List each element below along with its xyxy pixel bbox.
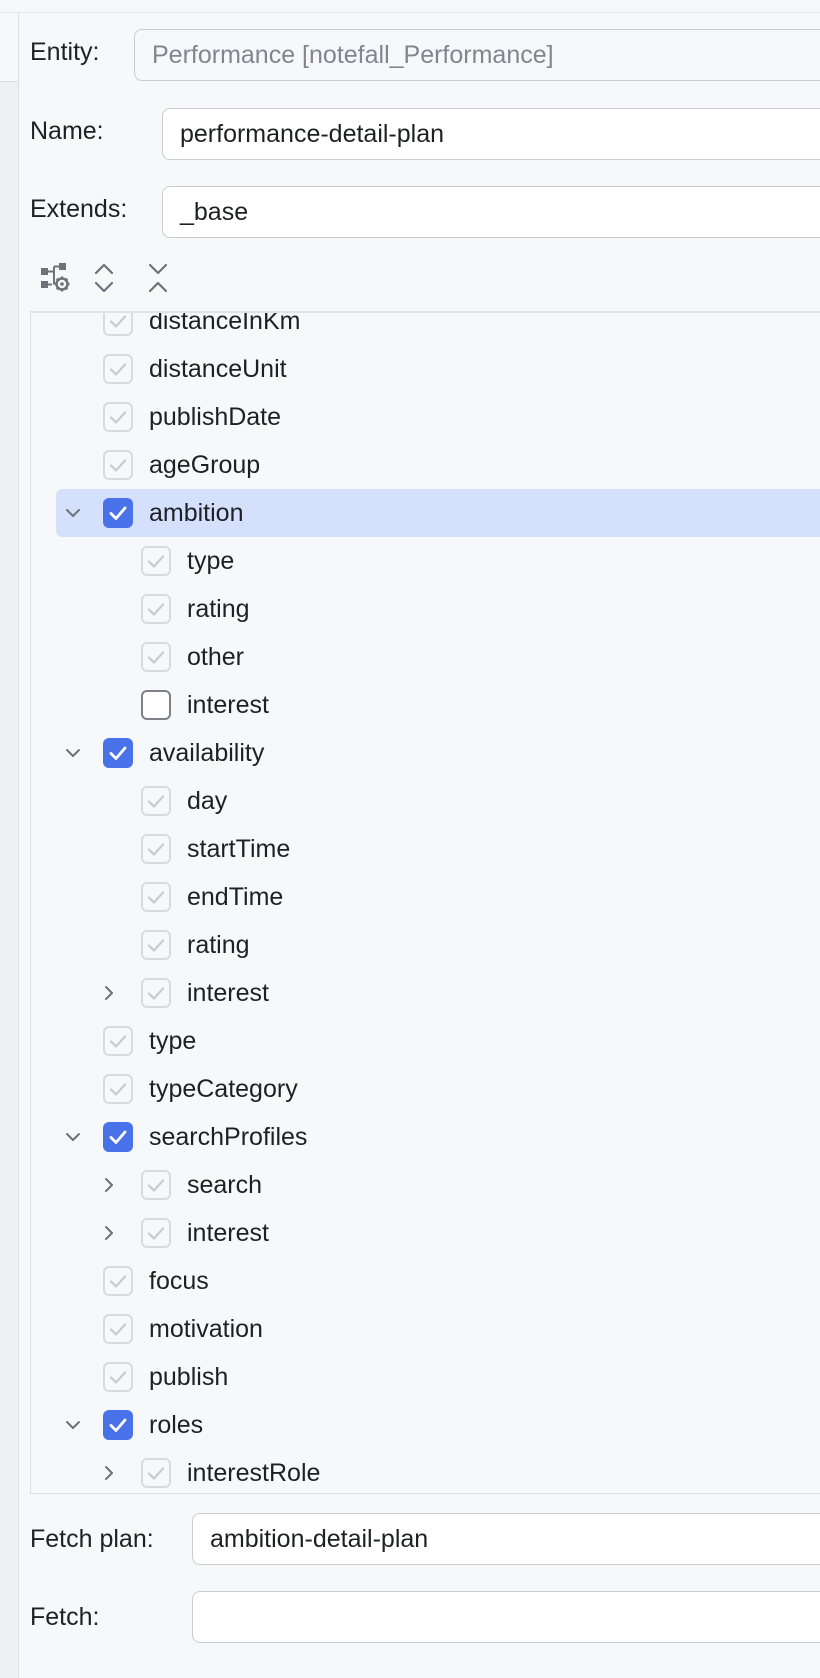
tree-node[interactable]: other — [31, 633, 820, 681]
entity-field: Performance [notefall_Performance] — [134, 29, 820, 81]
node-checkbox[interactable] — [103, 1410, 133, 1440]
tree-node[interactable]: searchProfiles — [31, 1113, 820, 1161]
expand-all-icon[interactable] — [86, 260, 122, 296]
node-checkbox[interactable] — [141, 642, 171, 672]
chevron-down-icon[interactable] — [61, 501, 85, 525]
tree-node-label: distanceUnit — [149, 355, 287, 383]
fetch-plan-tree[interactable]: distanceInKm distanceUnit publishDate ageGr… — [30, 311, 820, 1494]
name-input[interactable]: performance-detail-plan — [162, 108, 820, 160]
tree-node[interactable]: distanceInKm — [31, 311, 820, 345]
tree-node[interactable]: interest — [31, 1209, 820, 1257]
tree-node-label: publishDate — [149, 403, 282, 431]
tree-node-label: publish — [149, 1363, 229, 1391]
tree-node[interactable]: roles — [31, 1401, 820, 1449]
node-checkbox[interactable] — [103, 354, 133, 384]
tree-node[interactable]: interest — [31, 969, 820, 1017]
tree-node[interactable]: distanceUnit — [31, 345, 820, 393]
tree-node[interactable]: type — [31, 537, 820, 585]
chevron-down-icon[interactable] — [61, 1413, 85, 1437]
node-checkbox[interactable] — [141, 594, 171, 624]
top-divider — [0, 12, 820, 13]
chevron-right-icon[interactable] — [97, 981, 121, 1005]
node-checkbox[interactable] — [103, 450, 133, 480]
tree-node-label: ambition — [149, 499, 244, 527]
tree-node-label: ageGroup — [149, 451, 261, 479]
tree-node-label: rating — [187, 595, 250, 623]
tree-node[interactable]: interestRole — [31, 1449, 820, 1493]
tree-node-label: search — [187, 1171, 263, 1199]
left-panel-edge — [0, 13, 19, 1678]
tree-node[interactable]: motivation — [31, 1305, 820, 1353]
chevron-right-icon[interactable] — [97, 1173, 121, 1197]
fetch-plan-label: Fetch plan: — [30, 1525, 154, 1553]
node-checkbox[interactable] — [141, 1218, 171, 1248]
tree-node[interactable]: rating — [31, 585, 820, 633]
tree-node-label: typeCategory — [149, 1075, 298, 1103]
tree-node[interactable]: type — [31, 1017, 820, 1065]
node-checkbox[interactable] — [141, 786, 171, 816]
tree-node-label: endTime — [187, 883, 284, 911]
node-checkbox[interactable] — [103, 1266, 133, 1296]
tree-node[interactable]: interest — [31, 681, 820, 729]
tree-node-label: type — [187, 547, 235, 575]
node-checkbox[interactable] — [141, 690, 171, 720]
chevron-right-icon[interactable] — [97, 1221, 121, 1245]
tree-node[interactable]: typeCategory — [31, 1065, 820, 1113]
tree-node[interactable]: search — [31, 1161, 820, 1209]
tree-node[interactable]: availability — [31, 729, 820, 777]
node-checkbox[interactable] — [103, 313, 133, 336]
extends-label: Extends: — [30, 195, 128, 223]
node-checkbox[interactable] — [103, 1314, 133, 1344]
tree-node-label: interest — [187, 1219, 269, 1247]
tree-node-label: interest — [187, 979, 269, 1007]
tree-node-label: day — [187, 787, 228, 815]
tree-node-label: type — [149, 1027, 197, 1055]
hierarchy-settings-icon[interactable] — [38, 260, 74, 296]
node-checkbox[interactable] — [103, 1074, 133, 1104]
tree-node-label: searchProfiles — [149, 1123, 308, 1151]
node-checkbox[interactable] — [103, 1362, 133, 1392]
node-checkbox[interactable] — [141, 978, 171, 1008]
tree-node-label: motivation — [149, 1315, 263, 1343]
node-checkbox[interactable] — [103, 1026, 133, 1056]
tree-node[interactable]: startTime — [31, 825, 820, 873]
tree-node-label: rating — [187, 931, 250, 959]
tree-node-label: distanceInKm — [149, 311, 301, 335]
node-checkbox[interactable] — [103, 1122, 133, 1152]
node-checkbox[interactable] — [141, 834, 171, 864]
node-checkbox[interactable] — [141, 882, 171, 912]
collapse-all-icon[interactable] — [140, 260, 176, 296]
tree-node-label: roles — [149, 1411, 204, 1439]
node-checkbox[interactable] — [103, 498, 133, 528]
tree-node-label: startTime — [187, 835, 291, 863]
chevron-down-icon[interactable] — [61, 741, 85, 765]
tree-node-label: availability — [149, 739, 265, 767]
tree-node[interactable]: rating — [31, 921, 820, 969]
fetch-plan-input[interactable]: ambition-detail-plan — [192, 1513, 820, 1565]
fetch-label: Fetch: — [30, 1603, 100, 1631]
tree-node[interactable]: publish — [31, 1353, 820, 1401]
node-checkbox[interactable] — [141, 930, 171, 960]
node-checkbox[interactable] — [141, 1458, 171, 1488]
tree-node[interactable]: ageGroup — [31, 441, 820, 489]
node-checkbox[interactable] — [141, 546, 171, 576]
tree-node-label: interest — [187, 691, 269, 719]
extends-input[interactable]: _base — [162, 186, 820, 238]
tree-node-label: interestRole — [187, 1459, 321, 1487]
tree-node[interactable]: focus — [31, 1257, 820, 1305]
tree-node[interactable]: ambition — [31, 489, 820, 537]
tree-node-label: other — [187, 643, 244, 671]
tree-node[interactable]: publishDate — [31, 393, 820, 441]
chevron-right-icon[interactable] — [97, 1461, 121, 1485]
node-checkbox[interactable] — [103, 738, 133, 768]
tree-node-label: focus — [149, 1267, 209, 1295]
tree-node[interactable]: endTime — [31, 873, 820, 921]
fetch-input[interactable] — [192, 1591, 820, 1643]
tree-node[interactable]: day — [31, 777, 820, 825]
chevron-down-icon[interactable] — [61, 1125, 85, 1149]
node-checkbox[interactable] — [103, 402, 133, 432]
entity-label: Entity: — [30, 38, 100, 66]
node-checkbox[interactable] — [141, 1170, 171, 1200]
name-label: Name: — [30, 117, 104, 145]
